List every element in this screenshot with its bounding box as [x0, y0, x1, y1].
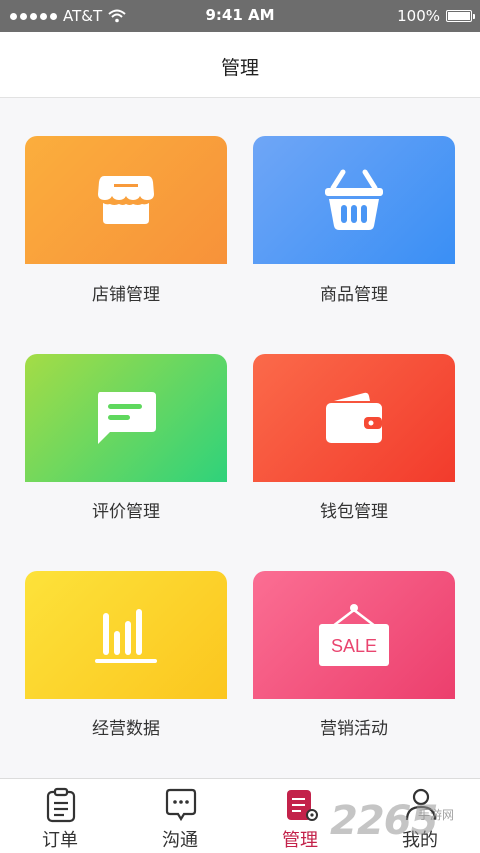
battery-icon — [446, 10, 475, 22]
shopping-basket-icon — [325, 169, 383, 230]
business-data-card[interactable] — [25, 571, 227, 699]
bar-chart-icon — [95, 609, 157, 663]
battery-percent: 100% — [397, 7, 440, 25]
clipboard-icon — [46, 787, 76, 823]
tab-chat-label: 沟通 — [162, 830, 198, 851]
chat-bubble-icon — [165, 788, 197, 822]
sale-sign-text: SALE — [331, 636, 377, 656]
wallet-management-card[interactable] — [253, 354, 455, 482]
status-bar: AT&T 9:41 AM 100% — [0, 0, 480, 32]
page-title: 管理 — [220, 57, 259, 79]
wallet-icon — [326, 392, 382, 443]
review-management-card[interactable] — [25, 354, 227, 482]
storefront-icon — [98, 176, 154, 224]
product-management-card[interactable] — [253, 136, 455, 264]
comment-icon — [98, 392, 156, 444]
marketing-campaign-label[interactable]: 营销活动 — [253, 714, 455, 739]
watermark-text: 手游网 — [418, 808, 455, 822]
review-management-label[interactable]: 评价管理 — [25, 497, 227, 522]
store-management-label[interactable]: 店铺管理 — [25, 280, 227, 305]
navigation-bar: 管理 — [0, 32, 480, 98]
tab-orders-label: 订单 — [42, 830, 78, 851]
store-management-card[interactable] — [25, 136, 227, 264]
marketing-campaign-card[interactable]: SALE — [253, 571, 455, 699]
wallet-management-label[interactable]: 钱包管理 — [253, 497, 455, 522]
sale-sign-icon: SALE — [319, 604, 389, 666]
tab-orders[interactable]: 订单 — [0, 779, 120, 853]
manage-icon — [287, 790, 318, 821]
product-management-label[interactable]: 商品管理 — [253, 280, 455, 305]
business-data-label[interactable]: 经营数据 — [25, 714, 227, 739]
tab-chat[interactable]: 沟通 — [120, 779, 240, 853]
